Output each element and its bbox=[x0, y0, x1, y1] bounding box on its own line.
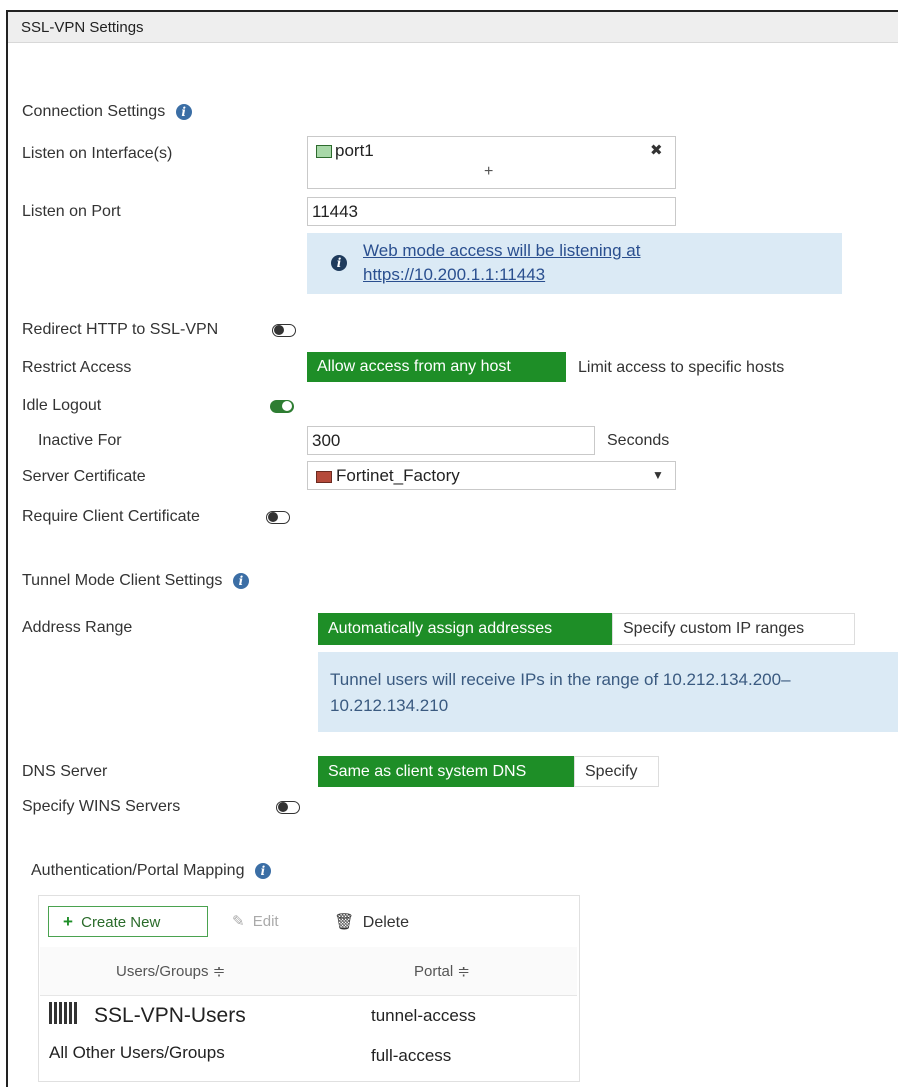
info-icon: i bbox=[331, 255, 347, 271]
users-cell: All Other Users/Groups bbox=[49, 1043, 225, 1062]
port-icon bbox=[316, 145, 332, 158]
address-note-line1: Tunnel users will receive IPs in the ran… bbox=[330, 670, 791, 689]
delete-label: Delete bbox=[362, 914, 410, 931]
tunnel-settings-label: Tunnel Mode Client Settings bbox=[22, 572, 223, 589]
connection-settings-heading: Connection Settings i bbox=[22, 103, 192, 121]
edit-label: Edit bbox=[252, 913, 279, 930]
idle-logout-label: Idle Logout bbox=[22, 397, 102, 414]
listen-interface-label: Listen on Interface(s) bbox=[22, 145, 173, 162]
custom-ip-ranges-button[interactable]: Specify custom IP ranges bbox=[612, 613, 855, 645]
plus-icon: + bbox=[63, 912, 73, 931]
users-groups-header: Users/Groups ≑ bbox=[116, 963, 226, 980]
address-range-note: Tunnel users will receive IPs in the ran… bbox=[318, 652, 898, 732]
listen-port-label: Listen on Port bbox=[22, 203, 121, 220]
inactive-unit: Seconds bbox=[607, 432, 670, 449]
auth-portal-label: Authentication/Portal Mapping bbox=[31, 862, 245, 879]
server-certificate-value: Fortinet_Factory bbox=[336, 466, 460, 485]
page-title: SSL-VPN Settings bbox=[21, 19, 144, 36]
inactive-for-input[interactable]: 300 bbox=[307, 426, 595, 455]
dns-server-label: DNS Server bbox=[22, 763, 108, 780]
allow-any-host-button[interactable]: Allow access from any host bbox=[307, 352, 566, 382]
trash-icon: 🗑 bbox=[334, 914, 355, 931]
tunnel-settings-heading: Tunnel Mode Client Settings i bbox=[22, 572, 249, 590]
user-group-icon bbox=[49, 1002, 79, 1024]
require-client-cert-label: Require Client Certificate bbox=[22, 508, 200, 525]
specify-dns-button[interactable]: Specify bbox=[574, 756, 659, 787]
pencil-icon: ✎ bbox=[232, 913, 245, 930]
connection-settings-label: Connection Settings bbox=[22, 103, 166, 120]
table-row[interactable]: SSL-VPN-Users tunnel-access bbox=[40, 996, 577, 1036]
toggle-knob bbox=[274, 325, 284, 335]
redirect-label: Redirect HTTP to SSL-VPN bbox=[22, 321, 219, 338]
chevron-down-icon: ▼ bbox=[652, 468, 664, 482]
portal-header: Portal ≑ bbox=[414, 963, 470, 980]
column-header-users[interactable]: Users/Groups ≑ bbox=[40, 947, 359, 996]
users-cell: SSL-VPN-Users bbox=[94, 1004, 246, 1027]
column-header-portal[interactable]: Portal ≑ bbox=[358, 947, 577, 996]
title-bar: SSL-VPN Settings bbox=[8, 12, 898, 43]
info-icon[interactable]: i bbox=[254, 863, 271, 879]
info-icon[interactable]: i bbox=[175, 104, 192, 120]
toggle-knob bbox=[268, 512, 278, 522]
add-interface-icon[interactable]: + bbox=[484, 163, 493, 181]
delete-button[interactable]: 🗑 Delete bbox=[334, 912, 409, 932]
portal-cell: full-access bbox=[371, 1046, 452, 1065]
address-note-line2: 10.212.134.210 bbox=[330, 696, 449, 715]
info-icon[interactable]: i bbox=[232, 573, 249, 589]
auth-portal-heading: Authentication/Portal Mapping i bbox=[31, 862, 271, 880]
portal-cell: tunnel-access bbox=[371, 1006, 476, 1025]
listen-port-input[interactable]: 11443 bbox=[307, 197, 676, 226]
auto-assign-button[interactable]: Automatically assign addresses bbox=[318, 613, 612, 645]
toggle-knob bbox=[278, 802, 288, 812]
web-mode-link-line1[interactable]: Web mode access will be listening at bbox=[363, 241, 641, 261]
toggle-knob bbox=[282, 401, 292, 411]
web-mode-link-line2[interactable]: https://10.200.1.1:11443 bbox=[363, 265, 545, 285]
inactive-for-label: Inactive For bbox=[38, 432, 122, 449]
server-certificate-label: Server Certificate bbox=[22, 468, 146, 485]
certificate-icon bbox=[316, 471, 332, 483]
remove-interface-icon[interactable]: ✖ bbox=[650, 141, 663, 159]
interface-value: port1 bbox=[335, 141, 374, 160]
address-range-label: Address Range bbox=[22, 619, 133, 636]
interface-select[interactable]: port1 ✖ + bbox=[307, 136, 676, 189]
create-new-button[interactable]: + Create New bbox=[48, 906, 208, 937]
wins-servers-label: Specify WINS Servers bbox=[22, 798, 181, 815]
edit-button[interactable]: ✎ Edit bbox=[232, 912, 279, 930]
web-mode-note: i Web mode access will be listening at h… bbox=[307, 233, 842, 294]
limit-specific-hosts-button[interactable]: Limit access to specific hosts bbox=[578, 359, 784, 377]
server-certificate-select[interactable]: Fortinet_Factory ▼ bbox=[307, 461, 676, 490]
create-new-label: Create New bbox=[81, 914, 161, 931]
table-row[interactable]: All Other Users/Groups full-access bbox=[40, 1038, 577, 1074]
same-as-client-dns-button[interactable]: Same as client system DNS bbox=[318, 756, 574, 787]
restrict-access-label: Restrict Access bbox=[22, 359, 132, 376]
wins-servers-toggle[interactable] bbox=[276, 801, 300, 814]
require-client-cert-toggle[interactable] bbox=[266, 511, 290, 524]
redirect-toggle[interactable] bbox=[272, 324, 296, 337]
idle-logout-toggle[interactable] bbox=[270, 400, 294, 413]
